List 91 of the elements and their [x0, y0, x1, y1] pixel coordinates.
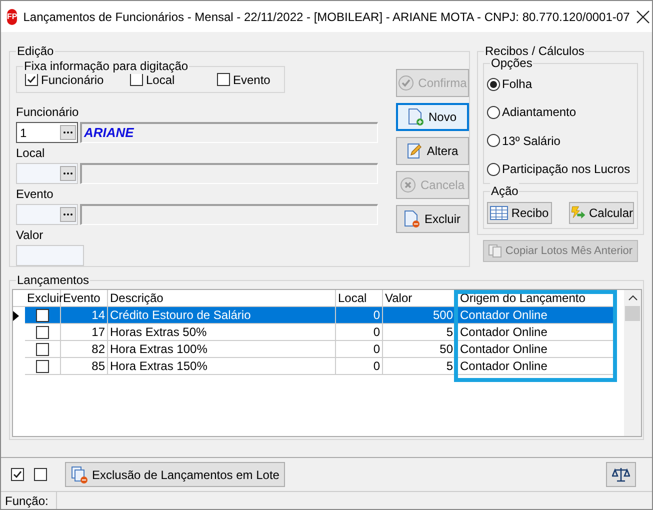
group-title: Opções	[490, 55, 534, 71]
column-header[interactable]: Descrição	[108, 290, 336, 306]
radio-label: 13º Salário	[502, 132, 560, 150]
check-circle-icon	[398, 75, 414, 91]
action-button[interactable]: Excluir	[396, 205, 469, 233]
action-button[interactable]: Altera	[396, 137, 469, 165]
radio-button[interactable]	[487, 162, 500, 176]
field-label: Funcionário	[16, 105, 80, 119]
radio-button[interactable]	[487, 78, 500, 91]
scroll-thumb[interactable]	[625, 306, 640, 321]
ellipsis-button[interactable]	[60, 207, 76, 222]
group-title: Edição	[16, 43, 55, 59]
ellipsis-button[interactable]	[60, 125, 76, 140]
column-header[interactable]: Origem do Lançamento	[458, 290, 615, 306]
table-cell: Contador Online	[458, 358, 615, 375]
dots-icon	[63, 213, 73, 216]
scrollbar[interactable]	[624, 290, 641, 436]
table-cell: 0	[336, 307, 383, 324]
radio-button[interactable]	[487, 134, 500, 148]
checkbox[interactable]	[36, 308, 49, 322]
checkbox[interactable]	[217, 73, 230, 86]
copy-icon	[488, 244, 502, 258]
column-header[interactable]: Excluir	[25, 290, 61, 306]
table-cell: 0	[336, 358, 383, 375]
table-cell: Contador Online	[458, 324, 615, 341]
window-title: Lançamentos de Funcionários - Mensal - 22/11/2022 - [MOBILEAR] - ARIANE MOTA - CNPJ: 80.770.120/0001-07	[23, 8, 630, 26]
name-field: ARIANE	[80, 122, 378, 143]
table-cell: Contador Online	[458, 341, 615, 358]
table-row[interactable]: 14 Crédito Estouro de Salário 0 500 Contador Online	[13, 307, 615, 324]
action-button[interactable]: Novo	[396, 103, 469, 131]
radio-label: Adiantamento	[502, 104, 576, 122]
status-label: Função:	[1, 492, 58, 509]
checkbox[interactable]	[130, 73, 143, 86]
table-cell: Horas Extras 50%	[108, 324, 336, 341]
table-cell: 50	[383, 341, 458, 358]
table-cell: 14	[61, 307, 108, 324]
field-label: Valor	[16, 228, 44, 242]
cancel-circle-icon	[400, 177, 416, 193]
table-cell: 0	[336, 324, 383, 341]
table-cell: Hora Extras 100%	[108, 341, 336, 358]
radio-label: Folha	[502, 76, 532, 94]
table-cell: 17	[61, 324, 108, 341]
dots-icon	[63, 131, 73, 134]
table-row[interactable]: 82 Hora Extras 100% 0 50 Contador Online	[13, 341, 615, 358]
field-label: Local	[16, 146, 46, 160]
column-header[interactable]: Evento	[61, 290, 108, 306]
code-field[interactable]	[16, 204, 78, 225]
radio-label: Participação nos Lucros	[502, 161, 630, 178]
code-field[interactable]	[16, 163, 78, 184]
documents-minus-icon	[71, 466, 89, 484]
table-cell: Contador Online	[458, 307, 615, 324]
checkbox[interactable]	[11, 468, 24, 481]
table-row[interactable]: 85 Hora Extras 150% 0 5 Contador Online	[13, 358, 615, 375]
checkbox[interactable]	[36, 326, 49, 338]
scale-icon	[612, 466, 630, 482]
dots-icon	[63, 172, 73, 175]
table-icon	[490, 206, 508, 220]
checkbox[interactable]	[25, 73, 38, 86]
table-cell: 85	[61, 358, 108, 375]
column-header[interactable]: Valor	[383, 290, 458, 306]
app-logo: FP	[7, 8, 18, 24]
checkbox-label: Local	[146, 72, 175, 88]
checkbox[interactable]	[36, 360, 49, 372]
table-row[interactable]: 17 Horas Extras 50% 0 5 Contador Online	[13, 324, 615, 341]
table-cell: Hora Extras 150%	[108, 358, 336, 375]
pencil-document-icon	[406, 142, 423, 160]
checkbox[interactable]	[34, 468, 47, 481]
table-cell: 82	[61, 341, 108, 358]
checkbox-label: Funcionário	[41, 72, 104, 88]
checkbox[interactable]	[36, 342, 49, 356]
table-cell: 5	[383, 324, 458, 341]
scale-button[interactable]	[606, 462, 636, 487]
lote-button[interactable]: Exclusão de Lançamentos em Lote	[65, 462, 286, 487]
column-header[interactable]: Local	[336, 290, 383, 306]
valor-field[interactable]	[16, 245, 84, 266]
document-plus-icon	[408, 108, 424, 126]
row-indicator-icon	[13, 310, 19, 320]
table-cell: 500	[383, 307, 458, 324]
document-minus-icon	[404, 210, 420, 228]
action-button[interactable]: Calcular	[569, 202, 634, 224]
radio-button[interactable]	[487, 106, 500, 119]
group-title: Fixa informação para digitação	[23, 58, 190, 74]
table-cell: 5	[383, 358, 458, 375]
code-field[interactable]: 1	[16, 122, 78, 143]
table-cell: Crédito Estouro de Salário	[108, 307, 336, 324]
checkbox-label: Evento	[233, 72, 270, 88]
ellipsis-button[interactable]	[60, 166, 76, 181]
field-label: Evento	[16, 187, 54, 201]
table-cell: 0	[336, 341, 383, 358]
action-button[interactable]: Recibo	[487, 202, 552, 224]
group-title: Ação	[490, 183, 520, 200]
